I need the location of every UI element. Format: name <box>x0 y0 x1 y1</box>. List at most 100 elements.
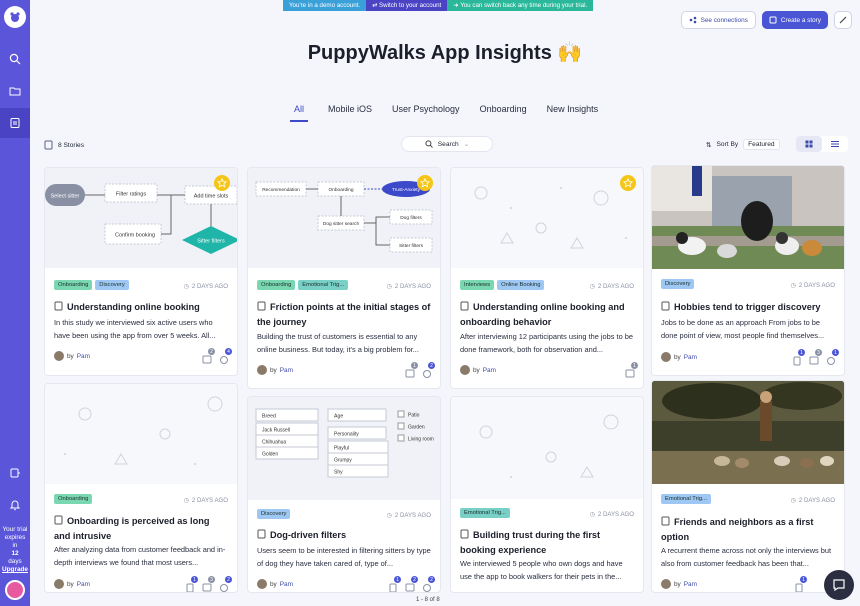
comments-icon[interactable]: 3 <box>202 576 215 592</box>
story-card[interactable]: Breed Jack Russell Chihuahua Golden Age … <box>247 396 441 593</box>
see-connections-button[interactable]: See connections <box>680 11 756 29</box>
page-title: PuppyWalks App Insights 🙌 <box>307 42 583 64</box>
comments-icon[interactable]: 1 <box>625 362 638 378</box>
tag[interactable]: Onboarding <box>257 280 296 290</box>
create-story-button[interactable]: Create a story <box>761 11 828 29</box>
comments-icon[interactable]: 1 <box>405 362 418 378</box>
bell-icon[interactable] <box>0 490 30 520</box>
edit-button[interactable] <box>834 11 852 29</box>
document-icon <box>257 301 266 315</box>
integrations-icon[interactable] <box>0 458 30 488</box>
search-button[interactable]: Search ⌄ <box>401 136 493 152</box>
stories-icon[interactable] <box>0 108 30 138</box>
count-badge: 1 <box>832 349 839 356</box>
count-badge: 3 <box>815 349 822 356</box>
date-text: 2 DAYS AGO <box>597 283 634 290</box>
story-card[interactable]: Emotional Trig... ◷ 2 DAYS AGO Friends an… <box>651 380 845 593</box>
card-title-text: Building trust during the first booking … <box>460 530 601 555</box>
sort-control[interactable]: ⇅ Sort By Featured <box>706 139 780 150</box>
create-story-label: Create a story <box>780 16 821 24</box>
tag[interactable]: Discovery <box>661 279 695 289</box>
tag[interactable]: Emotional Trig... <box>460 508 510 518</box>
card-title[interactable]: Understanding online booking and onboard… <box>460 300 634 329</box>
tab-mobile-ios[interactable]: Mobile iOS <box>328 104 372 122</box>
comments-icon[interactable]: 3 <box>809 349 822 365</box>
card-date: ◷ 2 DAYS AGO <box>184 497 228 504</box>
document-icon <box>460 529 469 543</box>
tag[interactable]: Discovery <box>257 509 291 519</box>
card-date: ◷ 2 DAYS AGO <box>387 512 431 519</box>
story-card[interactable]: Emotional Trig... ◷ 2 DAYS AGO Building t… <box>450 396 644 593</box>
search-icon[interactable] <box>0 44 30 74</box>
story-card[interactable]: Interviews Online Booking ◷ 2 DAYS AGO Un… <box>450 167 644 389</box>
filter-label: Age <box>334 414 343 420</box>
document-count-icon[interactable]: 1 <box>388 576 401 592</box>
insights-icon[interactable]: 2 <box>219 576 232 592</box>
tag[interactable]: Online Booking <box>497 280 545 290</box>
app-logo[interactable] <box>4 6 26 28</box>
stories-count-label: 8 Stories <box>58 141 85 149</box>
switch-account-link[interactable]: ⇄ Switch to your account <box>366 0 448 11</box>
card-title[interactable]: Friends and neighbors as a first option <box>661 515 835 544</box>
card-title[interactable]: Building trust during the first booking … <box>460 528 634 557</box>
author-name[interactable]: Pam <box>483 367 496 374</box>
tab-new-insights[interactable]: New Insights <box>547 104 599 122</box>
card-author: by Pam <box>54 579 90 589</box>
flow-node: Sitter filters <box>197 239 225 245</box>
tag[interactable]: Emotional Trig... <box>661 494 711 504</box>
tag[interactable]: Interviews <box>460 280 495 290</box>
card-title[interactable]: Friction points at the initial stages of… <box>257 300 431 329</box>
featured-star-icon[interactable] <box>620 175 636 191</box>
insights-icon[interactable]: 1 <box>826 349 839 365</box>
flow-node: Recommendation <box>262 187 300 193</box>
trial-text: in <box>12 542 18 549</box>
document-icon <box>661 301 670 315</box>
author-name[interactable]: Pam <box>280 367 293 374</box>
user-avatar[interactable] <box>5 580 25 600</box>
chat-button[interactable] <box>824 570 854 600</box>
story-card[interactable]: Onboarding ◷ 2 DAYS AGO Onboarding is per… <box>44 383 238 593</box>
insights-icon[interactable]: 2 <box>422 362 435 378</box>
card-date: ◷ 2 DAYS AGO <box>791 282 835 289</box>
card-title[interactable]: Understanding online booking <box>54 300 228 315</box>
card-title[interactable]: Onboarding is perceived as long and intr… <box>54 514 228 543</box>
tag[interactable]: Onboarding <box>54 280 93 290</box>
clock-icon: ◷ <box>386 512 392 519</box>
card-title[interactable]: Dog-driven filters <box>257 528 431 543</box>
document-count-icon[interactable]: 1 <box>794 576 807 592</box>
author-name[interactable]: Pam <box>77 353 90 360</box>
card-date: ◷ 2 DAYS AGO <box>590 511 634 518</box>
story-card[interactable]: Select sitter Filter ratings Add time sl… <box>44 167 238 376</box>
author-name[interactable]: Pam <box>77 581 90 588</box>
tag[interactable]: Emotional Trig... <box>298 280 349 290</box>
sort-value[interactable]: Featured <box>743 139 780 150</box>
story-card[interactable]: Recommendation Onboarding Trust-Anxiety … <box>247 167 441 389</box>
filter-option: Garden <box>408 425 425 431</box>
tag[interactable]: Discovery <box>95 280 129 290</box>
author-name[interactable]: Pam <box>684 354 697 361</box>
date-text: 2 DAYS AGO <box>394 512 431 519</box>
featured-star-icon[interactable] <box>214 175 230 191</box>
featured-star-icon[interactable] <box>417 175 433 191</box>
comments-icon[interactable]: 2 <box>202 348 215 364</box>
grid-view-icon[interactable] <box>796 136 822 152</box>
upgrade-link[interactable]: Upgrade <box>2 566 28 574</box>
tag[interactable]: Onboarding <box>54 494 93 504</box>
story-card[interactable]: Discovery ◷ 2 DAYS AGO Hobbies tend to tr… <box>651 165 845 376</box>
insights-icon[interactable]: 2 <box>422 576 435 592</box>
document-count-icon[interactable]: 1 <box>792 349 805 366</box>
folder-icon[interactable] <box>0 76 30 106</box>
flow-node: Sitter filters <box>399 243 424 249</box>
comments-icon[interactable]: 2 <box>405 576 418 592</box>
author-name[interactable]: Pam <box>280 581 293 588</box>
tab-onboarding[interactable]: Onboarding <box>480 104 527 122</box>
insights-icon[interactable]: 4 <box>219 348 232 364</box>
card-title[interactable]: Hobbies tend to trigger discovery <box>661 300 835 315</box>
author-name[interactable]: Pam <box>684 581 697 588</box>
document-count-icon[interactable]: 1 <box>185 576 198 592</box>
tab-all[interactable]: All <box>290 104 309 122</box>
tab-user-psychology[interactable]: User Psychology <box>392 104 460 122</box>
list-view-icon[interactable] <box>822 136 848 152</box>
avatar <box>54 579 64 589</box>
trial-text: expires <box>4 534 26 541</box>
